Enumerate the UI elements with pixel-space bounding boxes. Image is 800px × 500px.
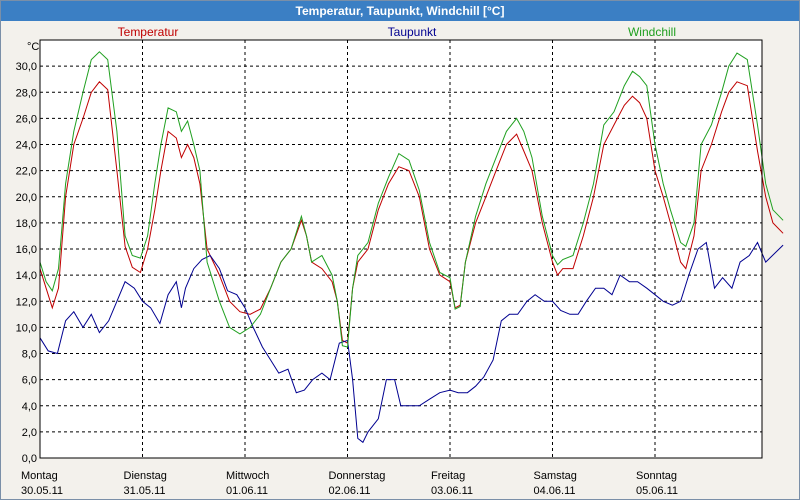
y-tick-label: 28,0 [16, 87, 37, 99]
y-tick-label: 22,0 [16, 166, 37, 178]
x-tick-day: Mittwoch [226, 470, 269, 482]
y-tick-label: 0,0 [22, 453, 37, 465]
x-tick-day: Sonntag [636, 470, 677, 482]
legend-item-taupunkt: Taupunkt [388, 25, 437, 39]
y-tick-label: 16,0 [16, 244, 37, 256]
x-tick-date: 04.06.11 [534, 485, 576, 497]
legend-item-temperatur: Temperatur [118, 25, 179, 39]
y-tick-label: 8,0 [22, 349, 37, 361]
y-tick-label: 20,0 [16, 192, 37, 204]
y-tick-label: 30,0 [16, 61, 37, 73]
x-tick-date: 02.06.11 [329, 485, 371, 497]
x-tick-date: 31.05.11 [124, 485, 166, 497]
y-axis-unit: °C [27, 41, 39, 53]
x-tick-date: 01.06.11 [226, 485, 268, 497]
x-tick-date: 30.05.11 [21, 485, 63, 497]
y-tick-label: 10,0 [16, 322, 37, 334]
y-tick-label: 14,0 [16, 270, 37, 282]
y-tick-label: 2,0 [22, 427, 37, 439]
x-tick-day: Freitag [431, 470, 465, 482]
y-tick-label: 26,0 [16, 113, 37, 125]
x-tick-day: Donnerstag [329, 470, 386, 482]
y-tick-label: 12,0 [16, 296, 37, 308]
line-chart: 0,0 2,0 4,0 6,0 8,0 10,0 12,0 14,0 16,0 18,0 20,0 2… [16, 25, 784, 497]
y-tick-label: 6,0 [22, 375, 37, 387]
y-tick-label: 24,0 [16, 140, 37, 152]
x-tick-day: Montag [21, 470, 58, 482]
y-tick-label: 18,0 [16, 218, 37, 230]
legend-item-windchill: Windchill [628, 25, 676, 39]
y-tick-label: 4,0 [22, 401, 37, 413]
x-tick-date: 05.06.11 [636, 485, 678, 497]
x-tick-day: Samstag [534, 470, 577, 482]
x-tick-date: 03.06.11 [431, 485, 473, 497]
x-tick-day: Dienstag [124, 470, 167, 482]
